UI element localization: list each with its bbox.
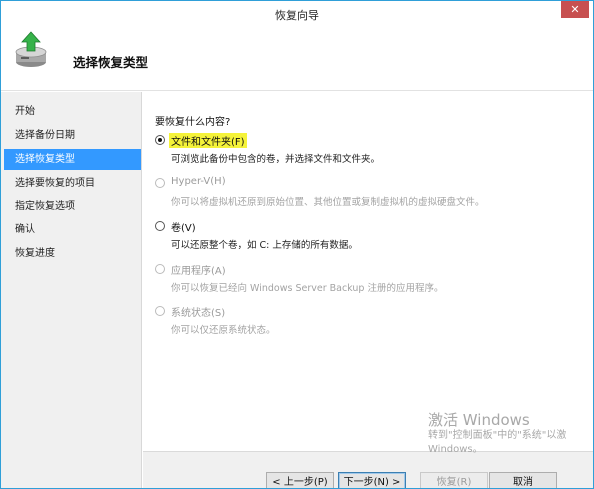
option-files-folders-label[interactable]: 文件和文件夹(F) — [169, 133, 247, 148]
radio-system-state — [155, 306, 165, 316]
option-system-state-description: 你可以仅还原系统状态。 — [171, 325, 276, 336]
option-application-label: 应用程序(A) — [171, 266, 226, 277]
backup-recovery-icon — [15, 31, 47, 67]
radio-files-folders[interactable] — [155, 135, 165, 145]
next-button[interactable]: 下一步(N) > — [338, 472, 406, 488]
option-files-folders-description: 可浏览此备份中包含的卷，并选择文件和文件夹。 — [171, 154, 381, 165]
page-title: 选择恢复类型 — [73, 55, 149, 70]
watermark-title: 激活 Windows — [428, 411, 530, 429]
sidebar-item-start[interactable]: 开始 — [4, 101, 141, 122]
window-title: 恢复向导 — [275, 9, 319, 22]
radio-volume[interactable] — [155, 221, 165, 231]
radio-application — [155, 264, 165, 274]
wizard-steps-sidebar: 开始 选择备份日期 选择恢复类型 选择要恢复的项目 指定恢复选项 确认 恢复进度 — [1, 92, 142, 488]
wizard-window: 恢复向导 ✕ 选择恢复类型 开始 选择备份日期 选择恢复类型 选择要恢复的项目 … — [0, 0, 594, 489]
main-content: 要恢复什么内容? 文件和文件夹(F) 可浏览此备份中包含的卷，并选择文件和文件夹… — [143, 92, 593, 451]
recover-button: 恢复(R) — [420, 472, 488, 488]
watermark-line-2: Windows。 — [428, 444, 483, 455]
option-application-description: 你可以恢复已经向 Windows Server Backup 注册的应用程序。 — [171, 283, 444, 294]
sidebar-item-recovery-progress[interactable]: 恢复进度 — [4, 243, 141, 264]
title-bar: 恢复向导 ✕ — [1, 1, 593, 27]
radio-hyper-v — [155, 178, 165, 188]
option-system-state-label: 系统状态(S) — [171, 308, 226, 319]
watermark-line-1: 转到"控制面板"中的"系统"以激 — [428, 430, 567, 441]
previous-button[interactable]: < 上一步(P) — [266, 472, 334, 488]
option-hyper-v-label: Hyper-V(H) — [171, 176, 226, 187]
cancel-button[interactable]: 取消 — [489, 472, 557, 488]
option-hyper-v-description: 你可以将虚拟机还原到原始位置、其他位置或复制虚拟机的虚拟硬盘文件。 — [171, 197, 485, 208]
recovery-question: 要恢复什么内容? — [155, 117, 231, 128]
activation-watermark: 激活 Windows 转到"控制面板"中的"系统"以激 Windows。 — [428, 411, 566, 457]
sidebar-item-confirm[interactable]: 确认 — [4, 219, 141, 240]
close-button[interactable]: ✕ — [561, 1, 589, 18]
sidebar-item-select-recovery-type[interactable]: 选择恢复类型 — [4, 149, 141, 170]
sidebar-item-recovery-options[interactable]: 指定恢复选项 — [4, 196, 141, 217]
sidebar-item-select-backup-date[interactable]: 选择备份日期 — [4, 125, 141, 146]
option-volume-description: 可以还原整个卷，如 C: 上存储的所有数据。 — [171, 240, 358, 251]
option-volume-label[interactable]: 卷(V) — [169, 219, 198, 234]
sidebar-item-select-items[interactable]: 选择要恢复的项目 — [4, 173, 141, 194]
wizard-header: 选择恢复类型 — [1, 27, 593, 91]
